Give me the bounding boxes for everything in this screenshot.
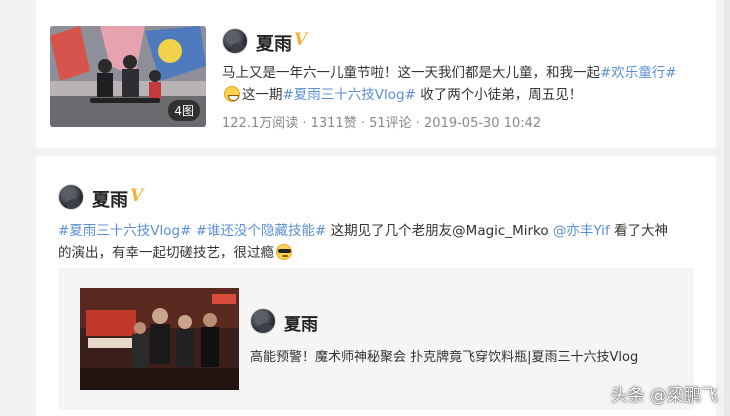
post-text-part: 的演出，有幸一起切磋技艺，很过瘾 bbox=[58, 245, 274, 261]
post-text-mid: 这一期 bbox=[242, 87, 283, 103]
avatar[interactable] bbox=[250, 308, 276, 334]
post-card: 夏雨 V #夏雨三十六技Vlog# #谁还没个隐藏技能# 这期见了几个老朋友@M… bbox=[36, 156, 716, 416]
verified-badge-icon: V bbox=[130, 186, 144, 206]
post-card: 4图 夏雨 V 马上又是一年六一儿童节啦！这一天我们都是大儿童，和我一起#欢乐童… bbox=[36, 0, 716, 148]
hashtag-link[interactable]: #夏雨三十六技Vlog# bbox=[283, 87, 416, 103]
post-text-prefix: 马上又是一年六一儿童节啦！这一天我们都是大儿童，和我一起 bbox=[222, 65, 600, 81]
cool-emoji-icon bbox=[276, 244, 292, 260]
post-text-part: 这期见了几个老朋友@Magic_Mirko bbox=[326, 223, 553, 239]
mention-link[interactable]: @亦丰Yif bbox=[553, 223, 610, 239]
watermark: 头条 @梁鹏飞 bbox=[610, 386, 718, 406]
hashtag-link[interactable]: #谁还没个隐藏技能# bbox=[196, 223, 327, 239]
author-name[interactable]: 夏雨 bbox=[92, 186, 128, 212]
author-name[interactable]: 夏雨 bbox=[256, 30, 292, 56]
post-meta: 122.1万阅读 · 1311赞 · 51评论 · 2019-05-30 10:… bbox=[222, 116, 542, 131]
shared-article-title[interactable]: 高能预警！魔术师神秘聚会 扑克牌竟飞穿饮料瓶|夏雨三十六技Vlog bbox=[250, 346, 638, 365]
post-text-part: 看了大神 bbox=[609, 223, 668, 239]
image-count-badge: 4图 bbox=[168, 100, 200, 121]
post-image[interactable]: 4图 bbox=[50, 26, 206, 127]
shared-article-card[interactable]: 夏雨 高能预警！魔术师神秘聚会 扑克牌竟飞穿饮料瓶|夏雨三十六技Vlog bbox=[58, 268, 694, 410]
feed-divider bbox=[36, 148, 716, 156]
avatar[interactable] bbox=[222, 28, 248, 54]
shared-article-photo bbox=[80, 288, 239, 390]
shared-article-image[interactable] bbox=[80, 288, 239, 390]
post-text-suffix: 收了两个小徒弟，周五见！ bbox=[415, 87, 583, 103]
grin-emoji-icon bbox=[224, 86, 240, 102]
scrollbar-track[interactable] bbox=[724, 0, 730, 416]
verified-badge-icon: V bbox=[294, 30, 308, 50]
shared-author-name[interactable]: 夏雨 bbox=[284, 310, 318, 335]
feed-page: 4图 夏雨 V 马上又是一年六一儿童节啦！这一天我们都是大儿童，和我一起#欢乐童… bbox=[0, 0, 730, 416]
post-text: #夏雨三十六技Vlog# #谁还没个隐藏技能# 这期见了几个老朋友@Magic_… bbox=[58, 220, 698, 264]
post-text: 马上又是一年六一儿童节啦！这一天我们都是大儿童，和我一起#欢乐童行# 这一期#夏雨… bbox=[222, 62, 702, 106]
hashtag-link[interactable]: #欢乐童行# bbox=[600, 65, 677, 81]
avatar[interactable] bbox=[58, 184, 84, 210]
hashtag-link[interactable]: #夏雨三十六技Vlog# bbox=[58, 223, 191, 239]
